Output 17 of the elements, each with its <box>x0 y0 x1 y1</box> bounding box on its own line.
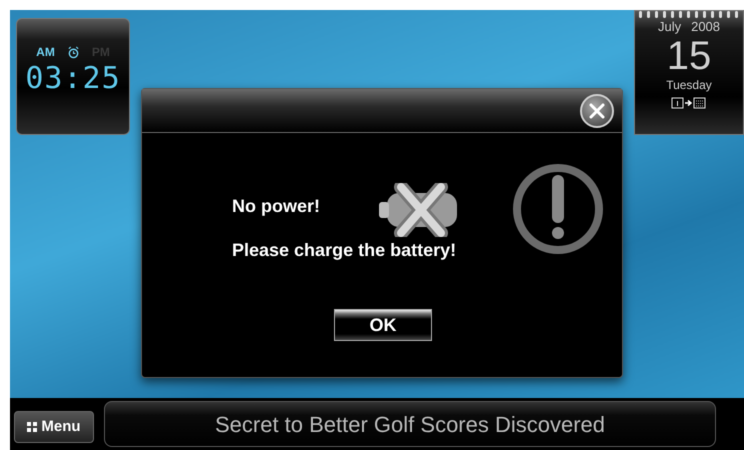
calendar-year: 2008 <box>691 19 720 34</box>
close-button[interactable] <box>580 94 614 128</box>
calendar-weekday: Tuesday <box>666 78 712 92</box>
dialog-message: No power! <box>232 195 320 218</box>
calendar-day: 15 <box>666 34 712 78</box>
ticker-text: Secret to Better Golf Scores Discovered <box>214 410 606 438</box>
close-icon <box>589 102 605 118</box>
period-label: AM <box>36 44 55 61</box>
calendar-month: July <box>658 19 682 34</box>
exclamation-icon <box>512 163 604 255</box>
ok-button[interactable]: OK <box>334 309 432 341</box>
menu-button[interactable]: Menu <box>14 411 94 443</box>
dialog-message: Please charge the battery! <box>232 239 456 262</box>
clock-time: 03:25 <box>25 63 121 95</box>
calendar-switch-icon[interactable] <box>671 97 707 109</box>
alarm-clock-icon <box>66 46 80 58</box>
grid-icon <box>27 422 38 432</box>
